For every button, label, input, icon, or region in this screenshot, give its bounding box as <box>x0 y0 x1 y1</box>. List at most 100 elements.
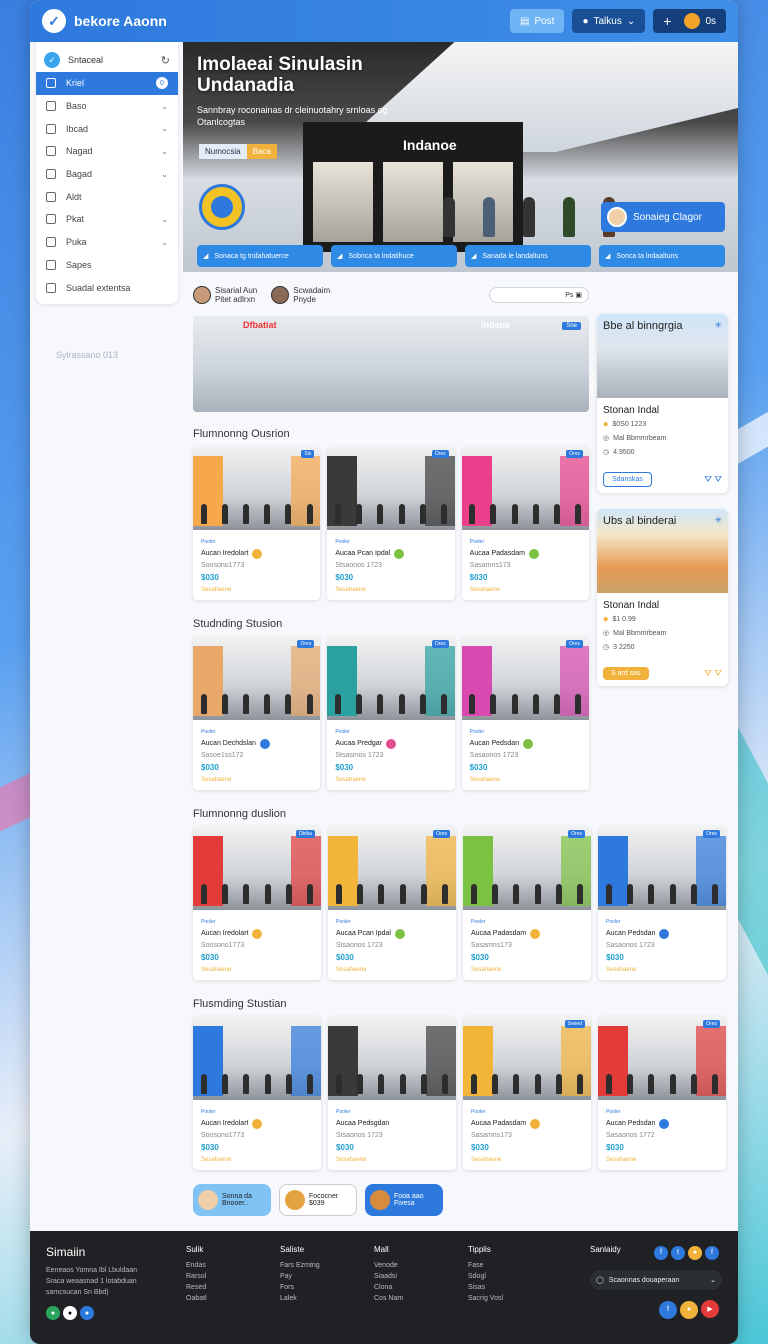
facebook-icon[interactable]: f <box>705 1245 719 1260</box>
featured-card[interactable]: Ubs al binderai ✳ Stonan Indal ◆ $1 0.99 ◎ Mal… <box>597 509 728 686</box>
promo-pill[interactable]: Sonna da Bnooer.. <box>193 1184 271 1216</box>
footer-link[interactable]: Fars Ezmtng <box>280 1260 344 1271</box>
card-tag: Ores <box>433 830 450 838</box>
product-card[interactable]: Ores Pooler Aucaa Padasdam Sasamns173 $030 Se… <box>463 826 591 980</box>
sidebar-item-2[interactable]: Ibcad ⌄ <box>36 117 178 140</box>
shop-image <box>193 1016 321 1100</box>
pin-icon[interactable]: ✳ <box>714 515 722 526</box>
card-subtitle: Stsasmos 1723 <box>335 752 384 759</box>
footer-link[interactable]: Sacrig Vosl <box>468 1293 532 1304</box>
sidebar-item-0[interactable]: Kriel 0 <box>36 72 178 95</box>
hero-action-button[interactable]: ◢ Sobnca ta lndatihuce <box>331 245 457 267</box>
product-card[interactable]: Ores Pooler Aucaa Predgar Stsasmos 1723 $030… <box>327 636 455 790</box>
hero-banner: Indanoe Imolaeai Sinulasin Undanadia San… <box>183 42 738 272</box>
user-menu[interactable]: +0s <box>653 9 726 33</box>
shop-image: Ores <box>461 636 589 720</box>
logo-icon[interactable]: ✓ <box>42 9 66 33</box>
footer-link[interactable]: Sdogl <box>468 1271 532 1282</box>
instagram-icon[interactable]: ● <box>688 1245 702 1260</box>
hero-action-button[interactable]: ◢ Sanada le landaltuns <box>465 245 591 267</box>
footer-link[interactable]: Lalek <box>280 1293 344 1304</box>
footer-link[interactable]: Cos Nam <box>374 1293 438 1304</box>
footer-column: Mall Venode Siaadsi Clona Cos Nam <box>374 1245 438 1330</box>
footer-link[interactable]: Oabatl <box>186 1293 250 1304</box>
user-chip-1[interactable]: Sisarial Aun Pitet adlrxn <box>193 286 257 304</box>
product-card[interactable]: Ores Pooler Aucaa Pcan Ipdal Stsaonos 1723 $… <box>327 446 455 600</box>
product-card[interactable]: Sneed Pooler Aucaa Padasdam Sasamns173 $030 S… <box>463 1016 591 1170</box>
card-category: Pooler <box>606 1109 621 1115</box>
footer-link[interactable]: Resed <box>186 1282 250 1293</box>
card-tag: Ores <box>568 830 585 838</box>
footer-link[interactable]: Clona <box>374 1282 438 1293</box>
pin-icon[interactable]: ✳ <box>714 320 722 331</box>
sidebar-item-8[interactable]: Sapes <box>36 254 178 277</box>
post-button[interactable]: ▤ Post <box>509 9 565 33</box>
app-window: ✓ bekore Aaonn ▤ Post ● Talkus ⌄ +0s ✓ Snta… <box>30 0 738 1344</box>
facebook-icon[interactable]: f <box>654 1245 668 1260</box>
shoppers-illustration <box>463 1074 591 1094</box>
featured-action-button[interactable]: Sdanskas <box>603 472 652 487</box>
card-price: $030 <box>335 573 354 582</box>
tabs-button[interactable]: ● Talkus ⌄ <box>572 9 646 33</box>
hero-action-button[interactable]: ◢ Sonca ta lndaaltuns <box>599 245 725 267</box>
product-card[interactable]: Ores Pooler Aucaa Padasdam Sasamns173 $030 Se… <box>461 446 589 600</box>
badge-icon: ◆ <box>603 616 609 623</box>
twitter-icon[interactable]: t <box>671 1245 685 1260</box>
product-card[interactable]: Slx Pooler Aucan Iredolart Soosono1773 $030 S… <box>193 446 321 600</box>
product-card[interactable]: Ores Pooler Aucan Pedsdan Sasaonos 1772 $030… <box>598 1016 726 1170</box>
footer-link[interactable]: Endas <box>186 1260 250 1271</box>
product-card[interactable]: Ores Pooler Aucan Pedsdan Sasaonos 1723 $030… <box>598 826 726 980</box>
featured-card[interactable]: Bbe al binngrgia ✳ Stonan Indal ◆ $0S0 1223 ◎… <box>597 314 728 493</box>
share-icon[interactable]: ⛛ ⛛ <box>704 474 722 485</box>
promo-pill[interactable]: Fooa aao Fivesa <box>365 1184 443 1216</box>
product-card[interactable]: Ores Pooler Aucan Dechdslan Sasoe1ss172 $030… <box>193 636 321 790</box>
sidebar-item-3[interactable]: Nagad ⌄ <box>36 140 178 163</box>
sidebar-item-5[interactable]: Aldt <box>36 185 178 208</box>
footer-link[interactable]: Sisas <box>468 1282 532 1293</box>
product-card[interactable]: Pooler Aucaa Pedsgdan Stsaonos 1723 $030 Ses… <box>328 1016 456 1170</box>
search-input[interactable]: Ps ▣ <box>489 287 589 303</box>
card-category: Pooler <box>471 919 486 925</box>
share-icon[interactable]: ⛛ ⛛ <box>704 668 722 679</box>
featured-action-button[interactable]: S ard sas <box>603 667 649 680</box>
mascot-avatar <box>684 13 701 29</box>
shoppers-illustration <box>328 1074 456 1094</box>
product-card[interactable]: Ores Pooler Aucan Pedsdan Sasaonos 1723 $030… <box>461 636 589 790</box>
refresh-icon[interactable]: ↻ <box>161 54 170 67</box>
footer-link[interactable]: Fors <box>280 1282 344 1293</box>
hero-tag-1[interactable]: Numocsia <box>199 144 247 159</box>
emoji-icon <box>528 549 539 559</box>
card-note: Sesahaene <box>201 967 232 973</box>
sidebar-item-4[interactable]: Bagad ⌄ <box>36 163 178 186</box>
hero-action-button[interactable]: ◢ Sonaca tg tndahatuerce <box>197 245 323 267</box>
social-icon[interactable]: ● <box>63 1306 77 1320</box>
sidebar-item-1[interactable]: Baso ⌄ <box>36 95 178 118</box>
footer-link[interactable]: Venode <box>374 1260 438 1271</box>
hero-tag-2[interactable]: Baca <box>246 144 277 159</box>
footer-link[interactable]: Pay <box>280 1271 344 1282</box>
user-chip-2[interactable]: Scwadaim Pnyde <box>271 286 330 304</box>
product-card[interactable]: Pooler Aucan Iredolart Soosono1773 $030 Sesa… <box>193 1016 321 1170</box>
card-note: Sesahaene <box>201 1157 232 1163</box>
info-icon: ◎ <box>603 435 610 442</box>
footer-link[interactable]: Rarsol <box>186 1271 250 1282</box>
social-icon[interactable]: ● <box>46 1306 60 1320</box>
sidebar-item-6[interactable]: Pkat ⌄ <box>36 208 178 231</box>
product-card[interactable]: Dbtka Pooler Aucan Iredolart Soosono1773 $03… <box>193 826 321 980</box>
product-card[interactable]: Ores Pooler Aucaa Pcan Ipdal Stsaonos 1723 $… <box>328 826 456 980</box>
shop-image: Ores <box>193 636 321 720</box>
youtube-icon[interactable]: ▶ <box>701 1300 719 1318</box>
hero-profile-chip[interactable]: Sonaieg Clagor <box>601 202 725 232</box>
card-subtitle: Sasamns173 <box>469 562 511 569</box>
sidebar-item-9[interactable]: Suadal extentsa <box>36 276 178 299</box>
arrow-icon: ◢ <box>337 253 343 260</box>
promo-pill[interactable]: Fococner $039 <box>279 1184 357 1216</box>
sidebar-item-7[interactable]: Puka ⌄ <box>36 231 178 254</box>
card-name: Aucan Iredolart <box>201 928 313 940</box>
social-icon[interactable]: ● <box>80 1306 94 1320</box>
footer-select[interactable]: ◯ Scaonnas douaperaan ⌄ <box>590 1270 722 1290</box>
footer-link[interactable]: Fase <box>468 1260 532 1271</box>
facebook-icon[interactable]: f <box>659 1300 677 1319</box>
share-icon[interactable]: ● <box>680 1300 698 1319</box>
footer-link[interactable]: Siaadsi <box>374 1271 438 1282</box>
